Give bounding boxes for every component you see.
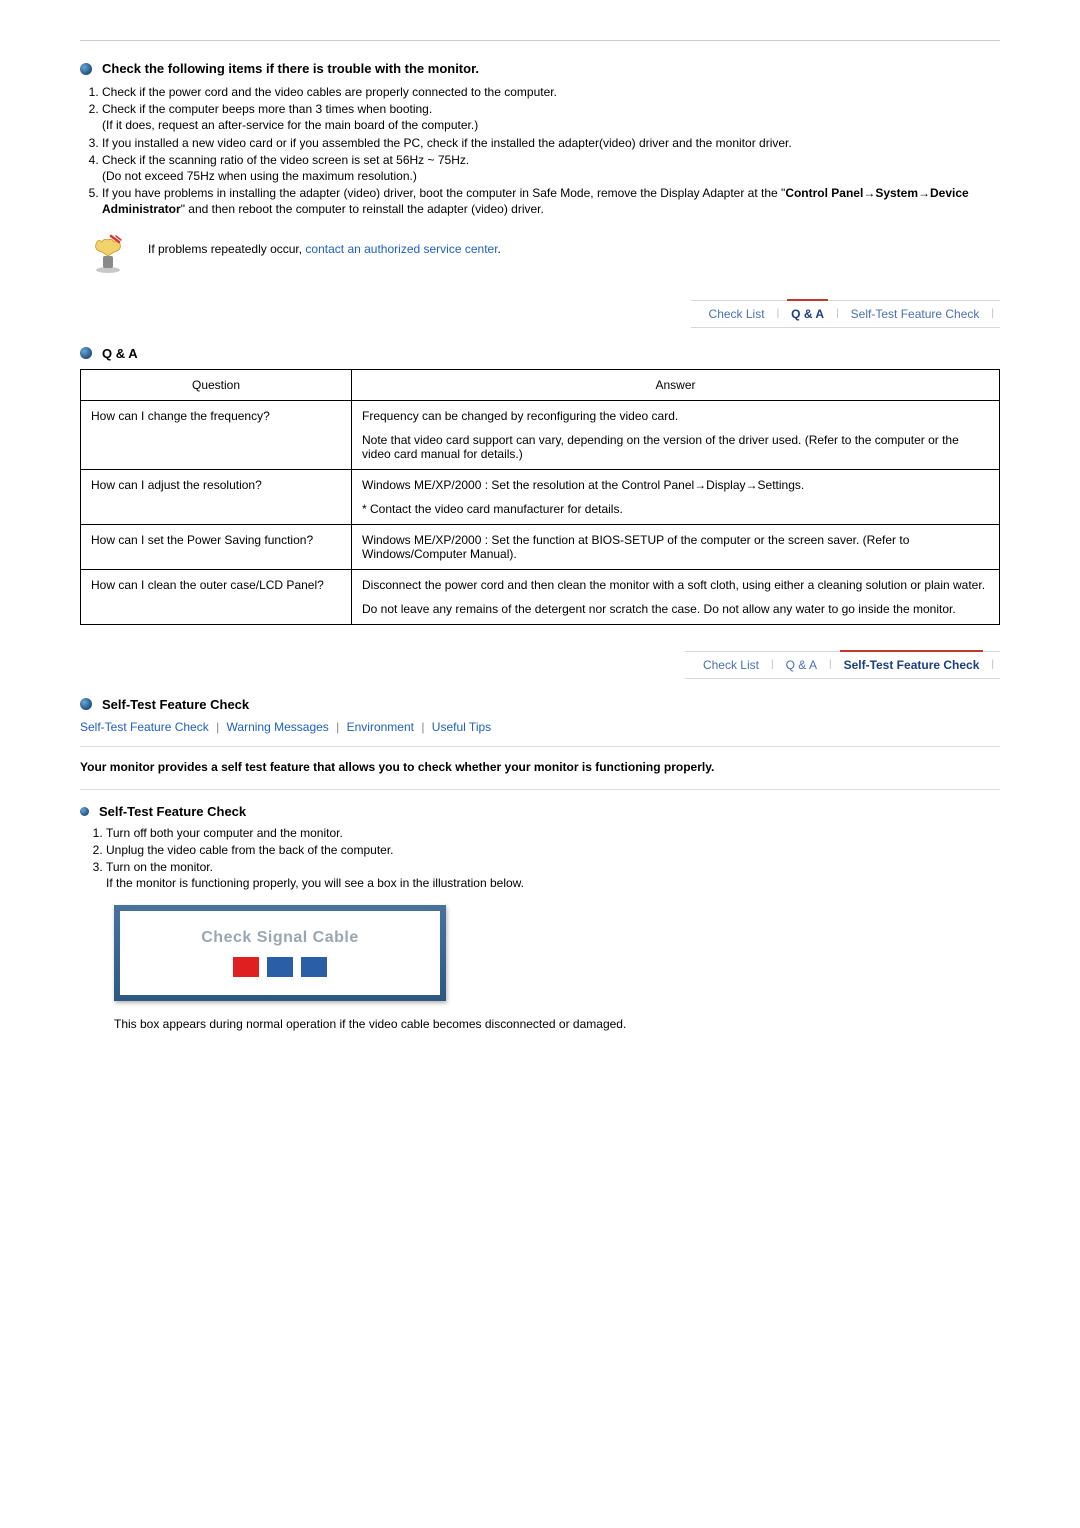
check-item-text: Check if the scanning ratio of the video… — [102, 153, 469, 167]
check-item-text: Check if the power cord and the video ca… — [102, 85, 557, 99]
check-item: If you have problems in installing the a… — [102, 185, 1000, 217]
qa-answer-para: * Contact the video card manufacturer fo… — [362, 502, 989, 516]
selftest-note: This box appears during normal operation… — [114, 1017, 1000, 1031]
tab-qa[interactable]: Q & A — [779, 305, 836, 323]
note-prefix: If problems repeatedly occur, — [148, 242, 305, 256]
selftest-intro: Your monitor provides a self test featur… — [80, 759, 1000, 775]
qa-answer: Frequency can be changed by reconfigurin… — [352, 400, 1000, 469]
qa-answer-para: Windows ME/XP/2000 : Set the resolution … — [362, 478, 989, 492]
bullet-icon — [80, 698, 92, 710]
check-list: Check if the power cord and the video ca… — [80, 84, 1000, 218]
signal-box-wrap: Check Signal Cable — [114, 905, 1000, 1001]
step-text: If the monitor is functioning properly, … — [106, 876, 524, 890]
blue-square-icon — [301, 957, 327, 977]
tab-self-test[interactable]: Self-Test Feature Check — [832, 656, 992, 674]
note-row: If problems repeatedly occur, contact an… — [88, 234, 1000, 274]
check-item-text: Check if the computer beeps more than 3 … — [102, 102, 432, 116]
check-item-sub: (If it does, request an after-service fo… — [102, 118, 478, 132]
step-text: Turn on the monitor. — [106, 860, 213, 874]
qa-answer-para: Note that video card support can vary, d… — [362, 433, 989, 461]
tab-bar: Check List | Q & A | Self-Test Feature C… — [80, 300, 1000, 328]
tab-separator: | — [991, 659, 994, 670]
qa-answer: Windows ME/XP/2000 : Set the function at… — [352, 524, 1000, 569]
red-square-icon — [233, 957, 259, 977]
qa-answer-para: Windows ME/XP/2000 : Set the function at… — [362, 533, 989, 561]
qa-question: How can I set the Power Saving function? — [81, 524, 352, 569]
check-item-text: If you installed a new video card or if … — [102, 136, 792, 150]
bullet-icon — [80, 63, 92, 75]
qa-answer-para: Frequency can be changed by reconfigurin… — [362, 409, 989, 423]
check-section-header: Check the following items if there is tr… — [80, 61, 1000, 76]
note-text: If problems repeatedly occur, contact an… — [148, 234, 501, 256]
selftest-title: Self-Test Feature Check — [102, 697, 249, 712]
qa-answer-para: Disconnect the power cord and then clean… — [362, 578, 989, 592]
tab-qa[interactable]: Q & A — [774, 656, 829, 674]
qa-question: How can I clean the outer case/LCD Panel… — [81, 569, 352, 624]
signal-box: Check Signal Cable — [114, 905, 446, 1001]
table-row: How can I adjust the resolution? Windows… — [81, 469, 1000, 524]
check-item: Check if the power cord and the video ca… — [102, 84, 1000, 100]
check-item-text: If you have problems in installing the a… — [102, 186, 785, 200]
selftest-sublinks: Self-Test Feature Check | Warning Messag… — [80, 720, 1000, 734]
link-separator: | — [421, 720, 424, 734]
step-text: Unplug the video cable from the back of … — [106, 843, 394, 857]
qa-section-header: Q & A — [80, 346, 1000, 361]
table-row: How can I set the Power Saving function?… — [81, 524, 1000, 569]
link-warning-messages[interactable]: Warning Messages — [227, 720, 329, 734]
note-icon — [88, 234, 128, 274]
link-self-test[interactable]: Self-Test Feature Check — [80, 720, 209, 734]
tab-bar: Check List | Q & A | Self-Test Feature C… — [80, 651, 1000, 679]
signal-inner: Check Signal Cable — [120, 911, 440, 995]
link-separator: | — [216, 720, 219, 734]
link-environment[interactable]: Environment — [347, 720, 414, 734]
selftest-step: Turn on the monitor. If the monitor is f… — [106, 859, 1000, 891]
qa-question: How can I adjust the resolution? — [81, 469, 352, 524]
check-item: If you installed a new video card or if … — [102, 135, 1000, 151]
bullet-icon — [80, 347, 92, 359]
qa-answer: Disconnect the power cord and then clean… — [352, 569, 1000, 624]
tab-check-list[interactable]: Check List — [691, 656, 771, 674]
step-text: Turn off both your computer and the moni… — [106, 826, 343, 840]
divider — [80, 40, 1000, 41]
check-item-sub: (Do not exceed 75Hz when using the maxim… — [102, 169, 417, 183]
qa-answer-para: Do not leave any remains of the detergen… — [362, 602, 989, 616]
page-container: Check the following items if there is tr… — [0, 0, 1080, 1077]
check-item-tail: " and then reboot the computer to reinst… — [181, 202, 544, 216]
bullet-icon — [80, 807, 89, 816]
col-answer: Answer — [352, 369, 1000, 400]
qa-question: How can I change the frequency? — [81, 400, 352, 469]
divider — [80, 746, 1000, 747]
service-center-link[interactable]: contact an authorized service center — [305, 242, 497, 256]
link-separator: | — [336, 720, 339, 734]
check-item: Check if the scanning ratio of the video… — [102, 152, 1000, 184]
selftest-step: Unplug the video cable from the back of … — [106, 842, 1000, 858]
col-question: Question — [81, 369, 352, 400]
tab-separator: | — [991, 308, 994, 319]
tab-check-list[interactable]: Check List — [697, 305, 777, 323]
note-suffix: . — [498, 242, 501, 256]
table-header-row: Question Answer — [81, 369, 1000, 400]
table-row: How can I change the frequency? Frequenc… — [81, 400, 1000, 469]
link-useful-tips[interactable]: Useful Tips — [432, 720, 491, 734]
qa-answer: Windows ME/XP/2000 : Set the resolution … — [352, 469, 1000, 524]
selftest-steps: Turn off both your computer and the moni… — [106, 825, 1000, 892]
table-row: How can I clean the outer case/LCD Panel… — [81, 569, 1000, 624]
rgb-squares — [132, 957, 428, 977]
signal-text: Check Signal Cable — [132, 929, 428, 947]
qa-table: Question Answer How can I change the fre… — [80, 369, 1000, 625]
green-square-icon — [267, 957, 293, 977]
qa-title: Q & A — [102, 346, 138, 361]
tab-self-test[interactable]: Self-Test Feature Check — [839, 305, 992, 323]
selftest-sub-header: Self-Test Feature Check — [80, 804, 1000, 819]
selftest-section-header: Self-Test Feature Check — [80, 697, 1000, 712]
check-item: Check if the computer beeps more than 3 … — [102, 101, 1000, 133]
divider — [80, 789, 1000, 790]
selftest-sub-title: Self-Test Feature Check — [99, 804, 246, 819]
selftest-step: Turn off both your computer and the moni… — [106, 825, 1000, 841]
check-title: Check the following items if there is tr… — [102, 61, 479, 76]
